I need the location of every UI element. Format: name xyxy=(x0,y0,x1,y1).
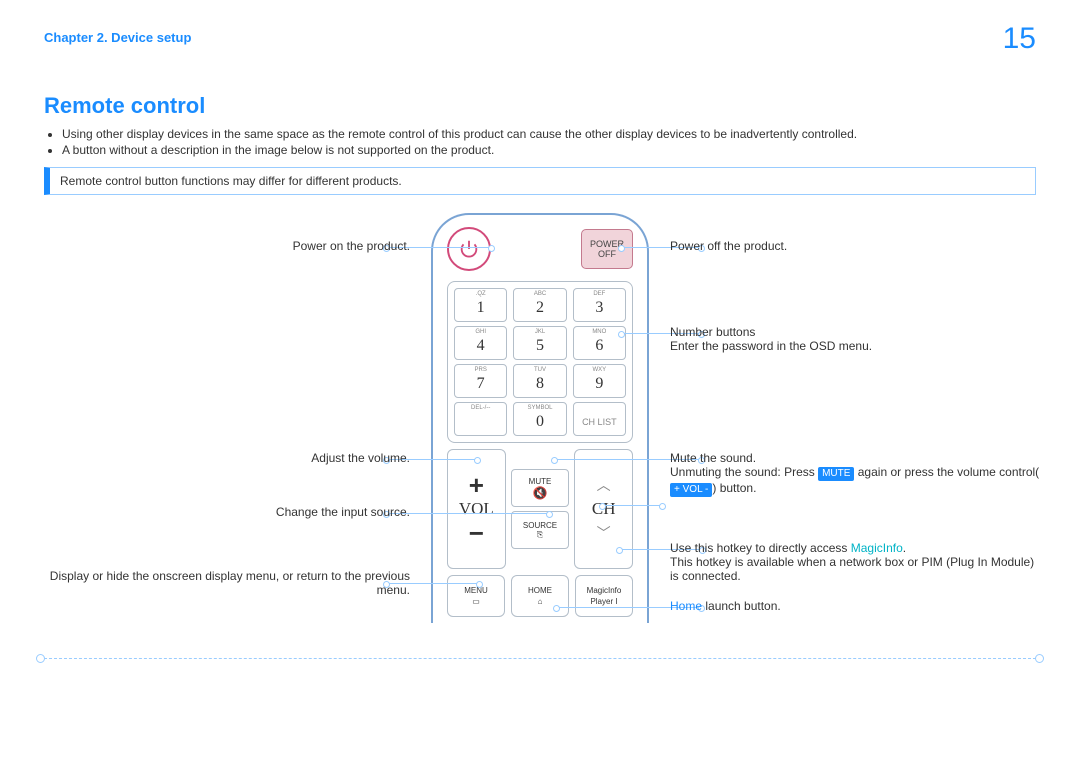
volume-rocker: + VOL − xyxy=(447,449,506,569)
vol-badge: + VOL - xyxy=(670,483,712,497)
leader-line xyxy=(389,513,547,514)
ann-power-off: Power off the product. xyxy=(670,239,1040,253)
key-5: JKL5 xyxy=(513,326,566,360)
ann-magicinfo: Use this hotkey to directly access Magic… xyxy=(670,541,1040,583)
key-2: ABC2 xyxy=(513,288,566,322)
key-7: PRS7 xyxy=(454,364,507,398)
power-icon xyxy=(458,238,480,260)
leader-line xyxy=(605,505,660,506)
key-9: WXY9 xyxy=(573,364,626,398)
key-1: .QZ1 xyxy=(454,288,507,322)
minus-icon: − xyxy=(469,523,484,543)
mute-icon: 🔇 xyxy=(533,486,548,500)
ann-numbers: Number buttons Enter the password in the… xyxy=(670,325,1040,353)
chevron-up-icon: ︿ xyxy=(597,475,611,495)
note-item: Using other display devices in the same … xyxy=(62,127,1036,141)
notes-list: Using other display devices in the same … xyxy=(62,127,1036,157)
key-8: TUV8 xyxy=(513,364,566,398)
home-link: Home xyxy=(670,599,702,613)
page: Chapter 2. Device setup 15 Remote contro… xyxy=(0,0,1080,763)
callout-box: Remote control button functions may diff… xyxy=(44,167,1036,195)
chapter-label: Chapter 2. Device setup xyxy=(44,30,1036,45)
plus-icon: + xyxy=(469,475,484,495)
page-title: Remote control xyxy=(44,93,1036,119)
vol-label: VOL xyxy=(459,499,494,519)
ann-mute: Mute the sound. Unmuting the sound: Pres… xyxy=(670,451,1040,497)
power-off-label-bottom: OFF xyxy=(598,249,616,259)
keypad: .QZ1 ABC2 DEF3 GHI4 JKL5 MNO6 PRS7 TUV8 … xyxy=(447,281,633,443)
magicinfo-button: MagicInfoPlayer I xyxy=(575,575,633,617)
chevron-down-icon: ﹀ xyxy=(597,523,611,543)
key-4: GHI4 xyxy=(454,326,507,360)
mute-button: MUTE🔇 xyxy=(511,469,570,507)
menu-icon: ▭ xyxy=(472,597,480,606)
page-divider xyxy=(44,658,1036,659)
key-3: DEF3 xyxy=(573,288,626,322)
key-0: SYMBOL0 xyxy=(513,402,566,436)
magicinfo-link: MagicInfo xyxy=(851,541,903,555)
mute-badge: MUTE xyxy=(818,467,854,481)
ann-menu: Display or hide the onscreen display men… xyxy=(42,569,410,597)
remote-body: POWER OFF .QZ1 ABC2 DEF3 GHI4 JKL5 MNO6 … xyxy=(431,213,649,623)
home-button: HOME⌂ xyxy=(511,575,569,617)
key-del: DEL-/-- xyxy=(454,402,507,436)
ann-home: Home launch button. xyxy=(670,599,1040,613)
power-off-button: POWER OFF xyxy=(581,229,633,269)
page-number: 15 xyxy=(1003,22,1036,56)
power-on-button xyxy=(447,227,491,271)
note-item: A button without a description in the im… xyxy=(62,143,1036,157)
home-icon: ⌂ xyxy=(538,597,543,606)
source-button: SOURCE⎘ xyxy=(511,511,570,549)
key-chlist: CH LIST xyxy=(573,402,626,436)
source-icon: ⎘ xyxy=(537,530,543,540)
ann-volume: Adjust the volume. xyxy=(42,451,410,465)
ann-power-on: Power on the product. xyxy=(42,239,410,253)
ann-source: Change the input source. xyxy=(42,505,410,519)
remote-figure: POWER OFF .QZ1 ABC2 DEF3 GHI4 JKL5 MNO6 … xyxy=(44,213,1036,653)
